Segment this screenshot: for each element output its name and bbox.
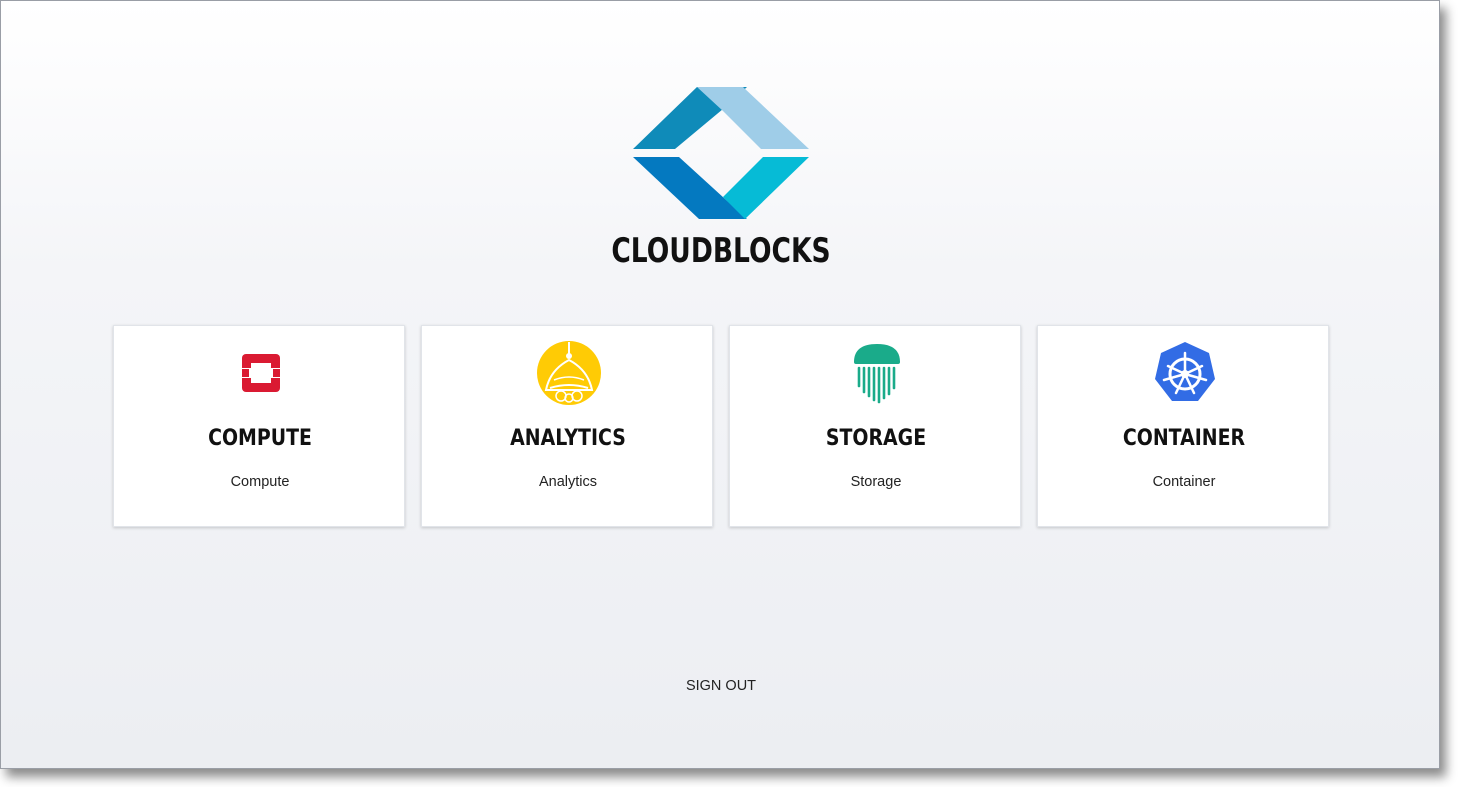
card-container[interactable]: CONTAINER Container [1037,325,1329,527]
jellyfish-icon [854,344,900,404]
card-description: Compute [230,474,290,490]
card-title: COMPUTE [208,426,312,451]
card-analytics[interactable]: ANALYTICS Analytics [421,325,713,527]
card-storage[interactable]: STORAGE Storage [729,325,1021,527]
card-compute[interactable]: COMPUTE Compute [113,325,405,527]
card-title: STORAGE [825,426,927,451]
card-title: ANALYTICS [510,426,626,451]
cloudblocks-logo-icon [633,87,809,219]
hadoop-dome-icon [537,341,601,405]
brand-title: CLOUDBLOCKS [611,231,831,271]
kubernetes-icon [1155,342,1215,401]
logo-top-right-segment [697,87,809,149]
logo-bottom-left-segment [633,157,747,219]
app-window: CLOUDBLOCKS COMPUTE Compute ANALYTICS An… [0,0,1440,769]
service-cards: COMPUTE Compute ANALYTICS Analytics STOR… [113,325,1331,529]
logo-bottom-right-segment [723,157,809,219]
openstack-icon [242,354,280,392]
card-title: CONTAINER [1122,426,1246,451]
card-description: Container [1152,474,1216,490]
card-description: Storage [850,474,902,490]
card-description: Analytics [538,474,598,490]
sign-out-button[interactable]: SIGN OUT [671,675,771,697]
